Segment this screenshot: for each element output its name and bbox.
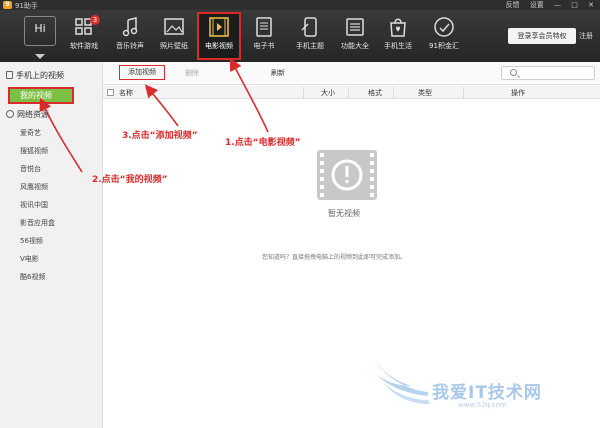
- annotation-step1: 1.点击“电影视频”: [225, 138, 301, 148]
- tool-photos[interactable]: 照片壁纸: [154, 14, 194, 58]
- column-format[interactable]: 格式: [368, 88, 382, 98]
- tool-software-games[interactable]: 3 软件游戏: [64, 14, 104, 58]
- column-divider: [348, 87, 349, 98]
- column-type[interactable]: 类型: [418, 88, 432, 98]
- shopping-bag-icon: [390, 18, 406, 37]
- search-icon: [510, 69, 517, 76]
- music-note-icon: [122, 17, 138, 37]
- column-actions[interactable]: 操作: [511, 88, 525, 98]
- column-size[interactable]: 大小: [321, 88, 335, 98]
- photo-icon: [164, 18, 184, 35]
- no-video-film-icon: [317, 150, 377, 200]
- tool-label: 手机生活: [384, 42, 412, 50]
- tool-label: 照片壁纸: [160, 42, 188, 50]
- column-divider: [463, 87, 464, 98]
- tool-themes[interactable]: 手机主题: [290, 14, 330, 58]
- tool-music[interactable]: 音乐铃声: [110, 14, 150, 58]
- sidebar-item-56[interactable]: 56视频: [20, 236, 43, 246]
- coin-icon: [434, 17, 454, 37]
- app-logo-icon: 9: [3, 1, 12, 9]
- register-link[interactable]: 注册: [579, 31, 593, 41]
- phone-section-label: 手机上的视频: [16, 71, 64, 80]
- title-links: 反馈 设置 — □ ✕: [498, 0, 594, 10]
- tool-label: 手机主题: [296, 42, 324, 50]
- feedback-link[interactable]: 反馈: [506, 1, 520, 9]
- login-member-button[interactable]: 登录享会员特权: [508, 28, 576, 44]
- watermark-url: www.52ij.com: [458, 401, 507, 409]
- tool-label: 电子书: [253, 42, 275, 50]
- tool-ebook[interactable]: 电子书: [244, 14, 284, 58]
- tool-label: 电影视频: [205, 42, 233, 50]
- theme-icon: [301, 17, 317, 37]
- dropdown-arrow-icon[interactable]: [35, 54, 45, 59]
- column-divider: [393, 87, 394, 98]
- sidebar-item-shixun[interactable]: 视讯中国: [20, 200, 48, 210]
- device-label: Hi: [34, 22, 46, 35]
- tool-label: 功能大全: [341, 42, 369, 50]
- tool-mobile-life[interactable]: 手机生活: [378, 14, 418, 58]
- phone-icon: [6, 71, 13, 79]
- sidebar-item-fengying[interactable]: 风鹰视频: [20, 182, 48, 192]
- annotation-step2: 2.点击“我的视频”: [92, 175, 168, 185]
- device-button[interactable]: Hi: [24, 16, 56, 46]
- update-count-badge: 3: [90, 15, 100, 25]
- ebook-icon: [256, 17, 272, 37]
- search-input[interactable]: [501, 66, 595, 80]
- film-icon: [209, 17, 229, 37]
- sidebar-item-sohu[interactable]: 搜狐视频: [20, 146, 48, 156]
- settings-link[interactable]: 设置: [530, 1, 544, 9]
- watermark-text: 我爱IT技术网: [432, 383, 542, 403]
- column-divider: [303, 87, 304, 98]
- add-video-button[interactable]: 添加视频: [119, 65, 165, 80]
- functions-icon: [346, 18, 364, 36]
- table-header: 名称 大小 格式 类型 操作: [103, 86, 600, 99]
- action-bar: 添加视频 删除 刷新: [103, 62, 600, 85]
- sidebar-item-app-box[interactable]: 影音应用盒: [20, 218, 55, 228]
- globe-icon: [6, 110, 14, 118]
- annotation-step3: 3.点击“添加视频”: [122, 131, 198, 141]
- column-name[interactable]: 名称: [119, 88, 133, 98]
- tool-label: 91积金汇: [429, 42, 459, 50]
- delete-button[interactable]: 删除: [185, 68, 199, 78]
- tool-label: 音乐铃声: [116, 42, 144, 50]
- drag-tip-text: 您知道吗？直接拖拽电脑上的视频到此即可完成添加。: [262, 254, 407, 261]
- net-section-label: 网络资源: [17, 110, 49, 119]
- net-resources-header: 网络资源: [6, 109, 49, 120]
- refresh-button[interactable]: 刷新: [271, 68, 285, 78]
- tool-label: 软件游戏: [70, 42, 98, 50]
- maximize-button[interactable]: □: [571, 1, 578, 9]
- select-all-checkbox[interactable]: [107, 89, 114, 96]
- sidebar: 手机上的视频 我的视频 网络资源 爱奇艺 搜狐视频 音悦台 风鹰视频 视讯中国 …: [0, 62, 103, 428]
- watermark-wings-logo: [372, 358, 430, 404]
- close-button[interactable]: ✕: [588, 1, 594, 9]
- title-bar: 9 91助手 反馈 设置 — □ ✕: [0, 0, 600, 10]
- tool-functions[interactable]: 功能大全: [335, 14, 375, 58]
- empty-state-label: 暂无视频: [328, 209, 360, 218]
- tool-91-points[interactable]: 91积金汇: [424, 14, 464, 58]
- sidebar-item-iqiyi[interactable]: 爱奇艺: [20, 128, 41, 138]
- main-toolbar: Hi 3 软件游戏 音乐铃声 照片壁纸 电影视频 电子书 手机主题 功能大全 手…: [0, 10, 600, 62]
- sidebar-item-my-videos[interactable]: 我的视频: [8, 87, 74, 104]
- sidebar-item-v-movie[interactable]: V电影: [20, 254, 39, 264]
- sidebar-item-yinyuetai[interactable]: 音悦台: [20, 164, 41, 174]
- sidebar-item-ku6[interactable]: 酷6视频: [20, 272, 45, 282]
- tool-movies-videos[interactable]: 电影视频: [197, 12, 241, 60]
- phone-videos-header: 手机上的视频: [6, 70, 64, 81]
- minimize-button[interactable]: —: [554, 1, 561, 9]
